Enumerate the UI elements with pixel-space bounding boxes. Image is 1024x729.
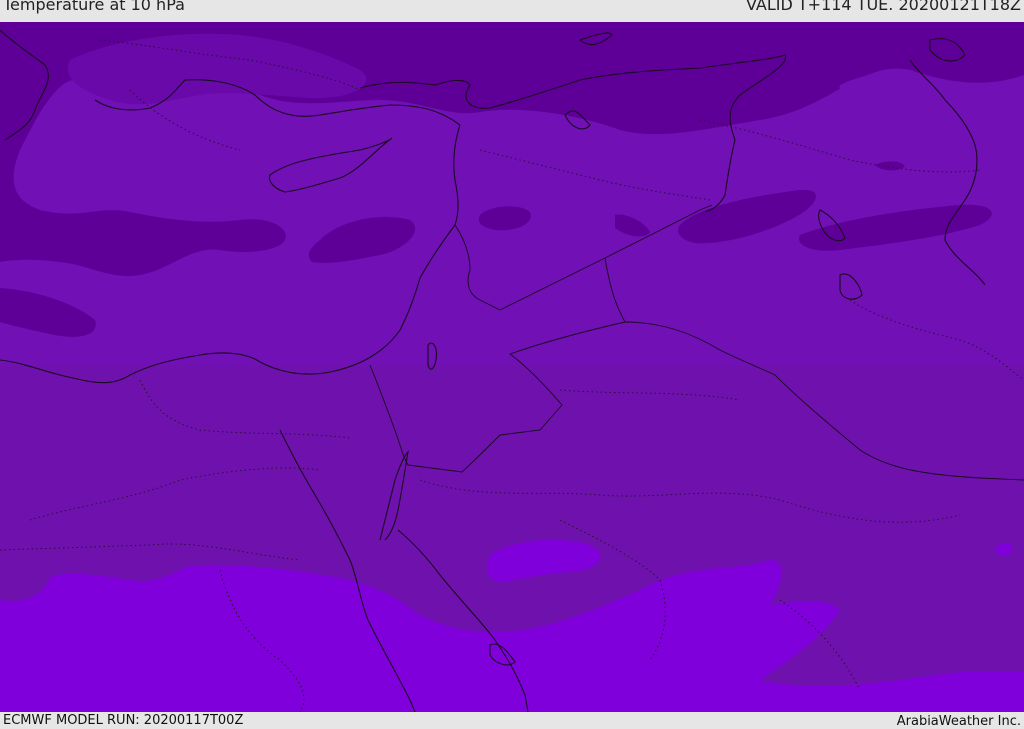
model-run: ECMWF MODEL RUN: 20200117T00Z bbox=[3, 713, 244, 728]
valid-time: VALID T+114 TUE. 20200121T18Z bbox=[745, 0, 1021, 14]
footer-bar: ECMWF MODEL RUN: 20200117T00Z ArabiaWeat… bbox=[0, 712, 1024, 729]
map-svg bbox=[0, 22, 1024, 712]
map-frame: Temperature at 10 hPa VALID T+114 TUE. 2… bbox=[0, 0, 1024, 729]
map-title: Temperature at 10 hPa bbox=[3, 0, 185, 14]
credit: ArabiaWeather Inc. bbox=[896, 714, 1021, 729]
weather-map bbox=[0, 22, 1024, 712]
header-bar: Temperature at 10 hPa VALID T+114 TUE. 2… bbox=[0, 0, 1024, 22]
